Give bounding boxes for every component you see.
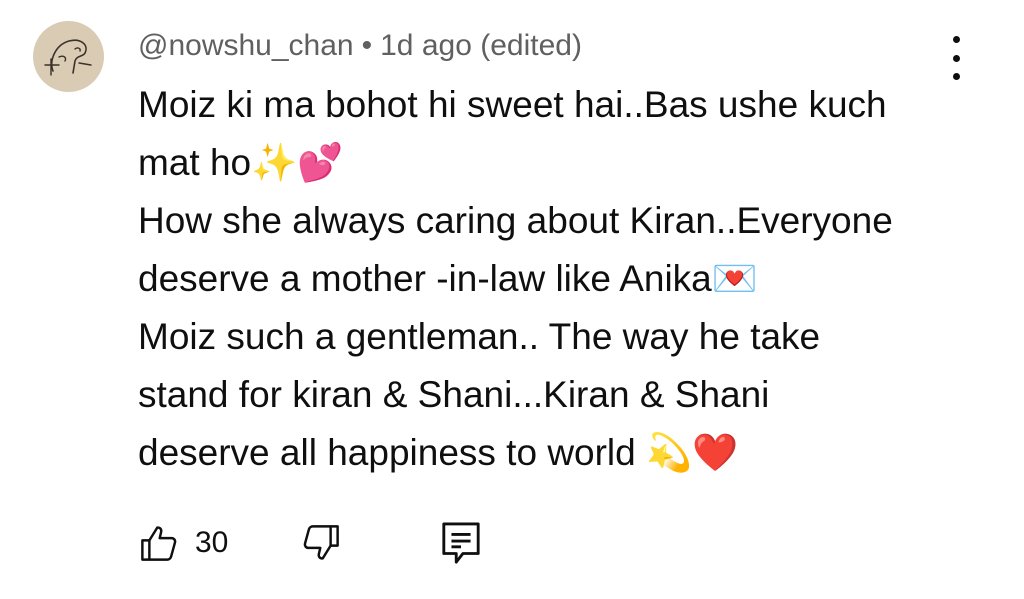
comment-line: Moiz ki ma bohot hi sweet hai..Bas ushe … xyxy=(138,84,887,125)
vertical-ellipsis-dot xyxy=(952,54,960,62)
more-options-button[interactable] xyxy=(940,36,972,80)
reply-button[interactable] xyxy=(440,520,482,566)
comment-line: stand for kiran & Shani...Kiran & Shani xyxy=(138,374,770,415)
like-count: 30 xyxy=(195,526,229,559)
avatar[interactable] xyxy=(33,21,104,92)
thumbs-up-icon xyxy=(141,526,177,561)
comment-line: Moiz such a gentleman.. The way he take xyxy=(138,316,821,357)
like-button[interactable] xyxy=(138,522,180,564)
thumbs-down-icon xyxy=(303,525,339,560)
vertical-ellipsis-icon xyxy=(952,36,960,43)
meta-separator: • xyxy=(361,29,373,62)
comment-card: @nowshu_chan • 1d ago (edited) Moiz ki ma … xyxy=(0,0,1024,599)
reply-comment-icon xyxy=(442,522,480,564)
comment-meta: @nowshu_chan • 1d ago (edited) xyxy=(138,28,582,64)
timestamp: 1d ago (edited) xyxy=(380,29,582,62)
author-handle[interactable]: @nowshu_chan xyxy=(138,29,354,62)
comment-line: deserve a mother -in-law like Anika💌 xyxy=(138,258,758,299)
comment-line: How she always caring about Kiran..Every… xyxy=(138,200,893,241)
comment-line: mat ho✨💕 xyxy=(138,142,344,183)
avatar-doodle-icon xyxy=(44,39,92,76)
comment-line: deserve all happiness to world 💫❤️ xyxy=(138,432,739,473)
dislike-button[interactable] xyxy=(300,522,342,564)
comment-text: Moiz ki ma bohot hi sweet hai..Bas ushe … xyxy=(138,76,998,482)
